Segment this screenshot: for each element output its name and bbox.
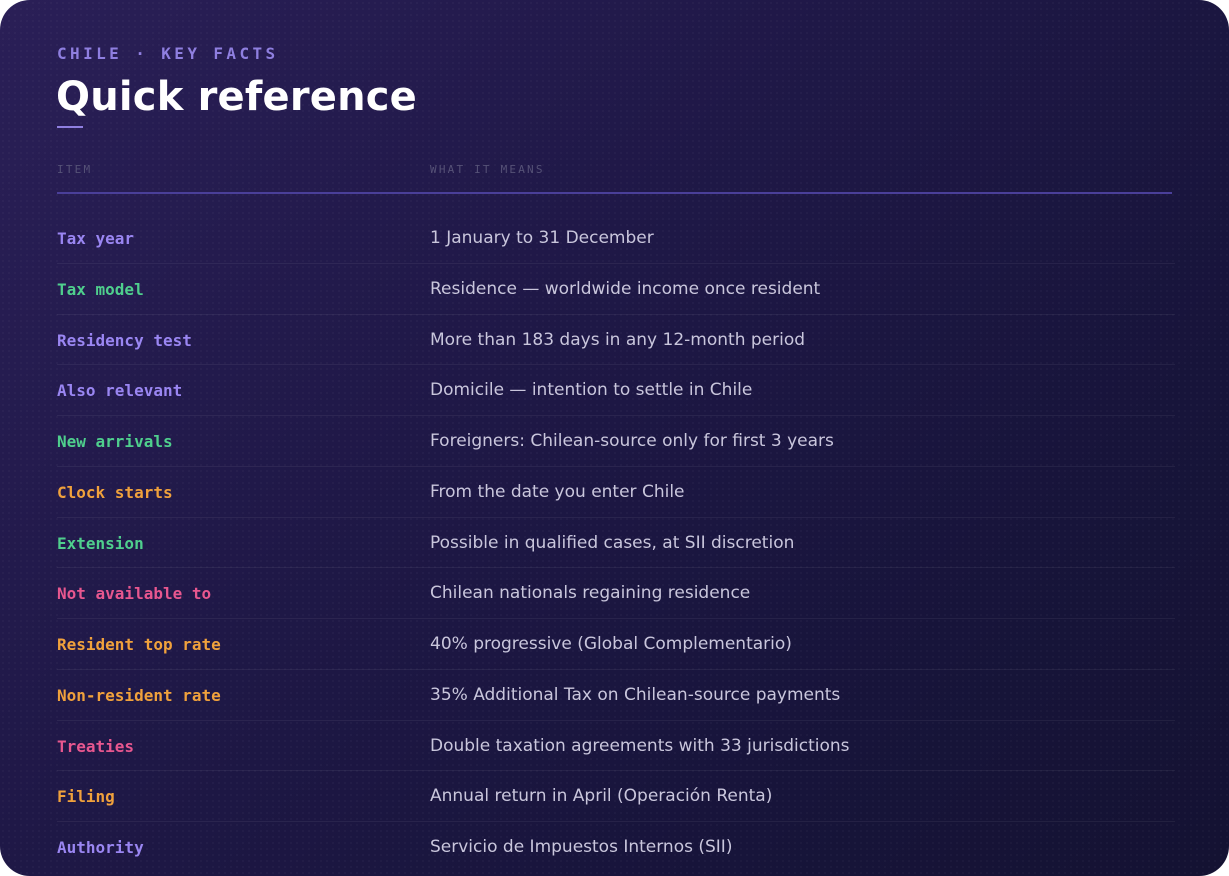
row-label: Tax model: [57, 279, 144, 299]
row-value: Foreigners: Chilean-source only for firs…: [430, 431, 834, 451]
row-label: Resident top rate: [57, 635, 221, 654]
row-value: 35% Additional Tax on Chilean-source pay…: [430, 684, 841, 705]
table-row: Clock starts From the date you enter Chi…: [57, 467, 1175, 518]
table-row: Resident top rate 40% progressive (Globa…: [57, 619, 1175, 670]
page-title: Quick reference: [56, 74, 417, 120]
header-divider: [57, 192, 1172, 194]
table-row: Residency test More than 183 days in any…: [57, 315, 1175, 366]
row-label: Non-resident rate: [57, 685, 221, 705]
row-label: Clock starts: [57, 482, 173, 502]
table-row: New arrivals Foreigners: Chilean-source …: [57, 416, 1175, 467]
table-row: Tax model Residence — worldwide income o…: [57, 264, 1175, 315]
column-header-item: ITEM: [57, 163, 93, 176]
row-label: Not available to: [57, 584, 212, 604]
row-label: Filing: [57, 787, 115, 807]
row-value: From the date you enter Chile: [430, 481, 685, 502]
row-label: Also relevant: [57, 381, 183, 401]
table-row: Also relevant Domicile — intention to se…: [57, 365, 1175, 416]
table-row: Treaties Double taxation agreements with…: [57, 721, 1175, 772]
table-row: Non-resident rate 35% Additional Tax on …: [57, 670, 1175, 721]
eyebrow-label: CHILE · KEY FACTS: [57, 44, 279, 63]
row-label: New arrivals: [57, 432, 173, 451]
column-header-means: WHAT IT MEANS: [430, 163, 545, 176]
row-label: Treaties: [57, 736, 135, 756]
row-value: Annual return in April (Operación Renta): [430, 786, 773, 807]
row-label: Residency test: [57, 330, 192, 350]
table-row: Authority Servicio de Impuestos Internos…: [57, 822, 1175, 873]
row-value: Domicile — intention to settle in Chile: [430, 380, 753, 401]
table-row: Not available to Chilean nationals regai…: [57, 568, 1175, 619]
facts-table: Tax year 1 January to 31 December Tax mo…: [57, 213, 1175, 873]
row-value: More than 183 days in any 12-month perio…: [430, 329, 806, 350]
row-value: Double taxation agreements with 33 juris…: [430, 735, 850, 756]
table-row: Extension Possible in qualified cases, a…: [57, 518, 1175, 569]
row-value: 1 January to 31 December: [430, 228, 654, 248]
row-value: Residence — worldwide income once reside…: [430, 278, 821, 299]
reference-card: CHILE · KEY FACTS Quick reference ITEM W…: [0, 0, 1229, 876]
table-row: Tax year 1 January to 31 December: [57, 213, 1175, 264]
title-underline: [57, 126, 83, 128]
table-row: Filing Annual return in April (Operación…: [57, 771, 1175, 822]
row-value: Servicio de Impuestos Internos (SII): [430, 837, 733, 857]
row-value: 40% progressive (Global Complementario): [430, 634, 792, 654]
row-label: Extension: [57, 533, 144, 553]
row-value: Chilean nationals regaining residence: [430, 583, 751, 604]
row-value: Possible in qualified cases, at SII disc…: [430, 532, 795, 553]
row-label: Authority: [57, 838, 144, 857]
row-label: Tax year: [57, 229, 135, 248]
